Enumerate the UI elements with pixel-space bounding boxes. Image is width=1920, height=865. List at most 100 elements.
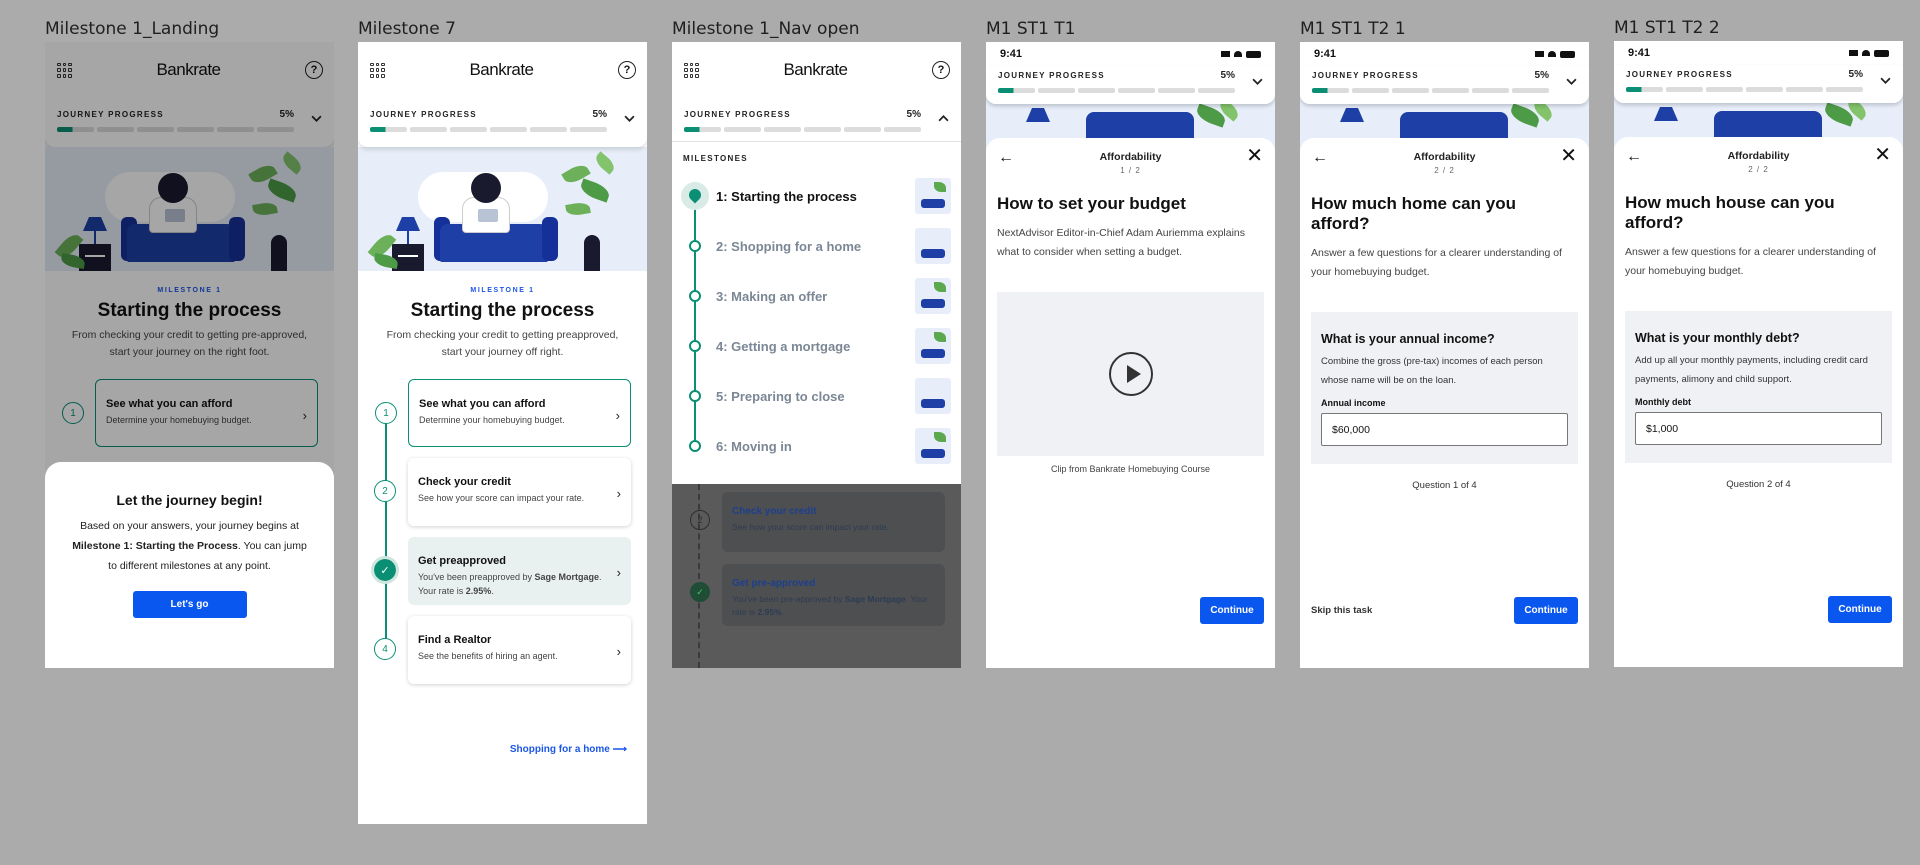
skip-task-link[interactable]: Skip this task <box>1311 605 1372 616</box>
modal-counter: 2 / 2 <box>1748 165 1769 174</box>
help-icon[interactable]: ? <box>617 61 636 79</box>
nav-item-milestone-3[interactable]: 3: Making an offer <box>672 271 961 321</box>
status-time: 9:41 <box>1000 48 1023 60</box>
status-bar: 9:41 <box>1300 42 1589 66</box>
nav-item-milestone-4[interactable]: 4: Getting a mortgage <box>672 321 961 371</box>
continue-button[interactable]: Continue <box>1200 597 1264 624</box>
question-card: What is your annual income? Combine the … <box>1311 312 1578 464</box>
progress-label: JOURNEY PROGRESS <box>998 71 1105 80</box>
bankrate-logo[interactable]: Bankrate <box>783 60 848 80</box>
frame-label-task2-1: M1 ST1 T2 1 <box>1300 19 1406 39</box>
progress-label: JOURNEY PROGRESS <box>1312 71 1419 80</box>
journey-progress[interactable]: JOURNEY PROGRESS 5% <box>672 98 961 142</box>
lets-go-button[interactable]: Let's go <box>132 591 247 618</box>
journey-progress[interactable]: JOURNEY PROGRESS 5% <box>358 98 647 147</box>
question-count: Question 1 of 4 <box>1412 480 1477 491</box>
dimmed-page[interactable]: 2 Check your credit See how your score c… <box>672 484 961 668</box>
frame-label-landing: Milestone 1_Landing <box>45 19 220 39</box>
signal-wifi-battery-icon <box>1535 50 1575 58</box>
help-icon[interactable]: ? <box>931 61 950 79</box>
step-title: Check your credit <box>418 476 511 488</box>
chevron-down-icon[interactable] <box>1880 75 1891 86</box>
modal-counter: 1 / 2 <box>1120 166 1141 175</box>
back-arrow-icon[interactable]: ← <box>1626 148 1642 166</box>
chevron-down-icon[interactable] <box>624 113 635 124</box>
chevron-up-icon[interactable] <box>938 113 949 124</box>
chevron-down-icon[interactable] <box>1566 76 1577 87</box>
signal-wifi-battery-icon <box>1849 49 1889 57</box>
progress-label: JOURNEY PROGRESS <box>1626 70 1733 79</box>
apps-grid-icon[interactable] <box>370 62 385 78</box>
step-number: 1 <box>375 402 397 424</box>
check-icon: ✓ <box>371 556 399 584</box>
chevron-down-icon[interactable] <box>1252 76 1263 87</box>
frame-landing: Bankrate ? JOURNEY PROGRESS 5% MILESTONE … <box>45 42 334 668</box>
milestone-thumbnail <box>915 328 951 364</box>
progress-bar <box>1312 88 1577 93</box>
step-desc: See how your score can impact your rate. <box>418 493 585 503</box>
play-icon[interactable] <box>1108 352 1153 396</box>
task-title: How to set your budget <box>997 194 1186 213</box>
video-caption: Clip from Bankrate Homebuying Course <box>1050 464 1211 474</box>
modal-counter: 2 / 2 <box>1434 166 1455 175</box>
step-title: See what you can afford <box>419 398 546 410</box>
progress-label: JOURNEY PROGRESS <box>370 110 477 119</box>
milestone-description: From checking your credit to getting pre… <box>386 329 619 358</box>
question-help: Add up all your monthly payments, includ… <box>1635 355 1868 385</box>
field-label: Annual income <box>1321 398 1386 408</box>
progress-percent: 5% <box>1848 69 1863 80</box>
milestone-thumbnail <box>915 278 951 314</box>
step-number: 4 <box>374 638 396 660</box>
step-title: Find a Realtor <box>418 634 492 646</box>
close-icon[interactable]: ✕ <box>1246 146 1263 166</box>
nav-item-milestone-2[interactable]: 2: Shopping for a home <box>672 221 961 271</box>
nav-item-milestone-5[interactable]: 5: Preparing to close <box>672 371 961 421</box>
question-title: What is your annual income? <box>1321 332 1495 346</box>
close-icon[interactable]: ✕ <box>1874 145 1891 165</box>
back-arrow-icon[interactable]: ← <box>1312 149 1328 167</box>
step-desc: You've been preapproved by Sage Mortgage… <box>418 572 602 596</box>
step-card-4[interactable]: 4 Find a Realtor See the benefits of hir… <box>374 616 631 684</box>
app-header: Bankrate ? <box>358 42 647 98</box>
next-milestone-link[interactable]: Shopping for a home ⟶ <box>510 744 627 755</box>
close-icon[interactable]: ✕ <box>1560 146 1577 166</box>
continue-button[interactable]: Continue <box>1828 596 1892 623</box>
status-time: 9:41 <box>1628 47 1651 59</box>
milestones-list: 1: Starting the process 2: Shopping for … <box>672 171 961 471</box>
monthly-debt-field[interactable]: $1,000 <box>1635 412 1882 445</box>
step-number: 2 <box>374 480 396 502</box>
nav-item-milestone-1[interactable]: 1: Starting the process <box>672 171 961 221</box>
progress-percent: 5% <box>1534 70 1549 81</box>
journey-progress[interactable]: JOURNEY PROGRESS 5% <box>1614 65 1903 103</box>
continue-button[interactable]: Continue <box>1514 597 1578 624</box>
journey-progress[interactable]: JOURNEY PROGRESS 5% <box>986 66 1275 104</box>
frame-label-nav-open: Milestone 1_Nav open <box>672 19 860 39</box>
sheet-text: Based on your answers, your journey begi… <box>72 520 307 572</box>
video-player[interactable] <box>997 292 1264 456</box>
frame-label-milestone7: Milestone 7 <box>358 19 456 39</box>
dim-step-card-3: ✓ Get pre-approved You've been pre-appro… <box>690 564 945 626</box>
step-card-2[interactable]: 2 Check your credit See how your score c… <box>374 458 631 526</box>
step-card-3[interactable]: ✓ Get preapproved You've been preapprove… <box>371 537 631 605</box>
milestone-thumbnail <box>915 178 951 214</box>
status-bar: 9:41 <box>986 42 1275 66</box>
chevron-right-icon: › <box>616 644 621 659</box>
task-modal: ← Affordability 2 / 2 ✕ How much home ca… <box>1300 138 1589 668</box>
back-arrow-icon[interactable]: ← <box>998 149 1014 167</box>
step-title: Get preapproved <box>418 555 507 567</box>
frame-label-task2-2: M1 ST1 T2 2 <box>1614 18 1720 38</box>
status-time: 9:41 <box>1314 48 1337 60</box>
apps-grid-icon[interactable] <box>684 62 699 78</box>
step-card-1[interactable]: 1 See what you can afford Determine your… <box>375 379 631 447</box>
journey-progress[interactable]: JOURNEY PROGRESS 5% <box>1300 66 1589 104</box>
status-bar: 9:41 <box>1614 41 1903 65</box>
progress-percent: 5% <box>1220 70 1235 81</box>
milestone-thumbnail <box>915 228 951 264</box>
annual-income-field[interactable]: $60,000 <box>1321 413 1568 446</box>
chevron-right-icon: › <box>615 408 620 423</box>
frame-task-question-1: 9:41 JOURNEY PROGRESS 5% ← Affordability … <box>1300 42 1589 668</box>
milestone-eyebrow: MILESTONE 1 <box>470 287 535 294</box>
nav-item-milestone-6[interactable]: 6: Moving in <box>672 421 961 471</box>
bankrate-logo[interactable]: Bankrate <box>469 60 534 80</box>
task-lead: Answer a few questions for a clearer und… <box>1625 246 1876 277</box>
